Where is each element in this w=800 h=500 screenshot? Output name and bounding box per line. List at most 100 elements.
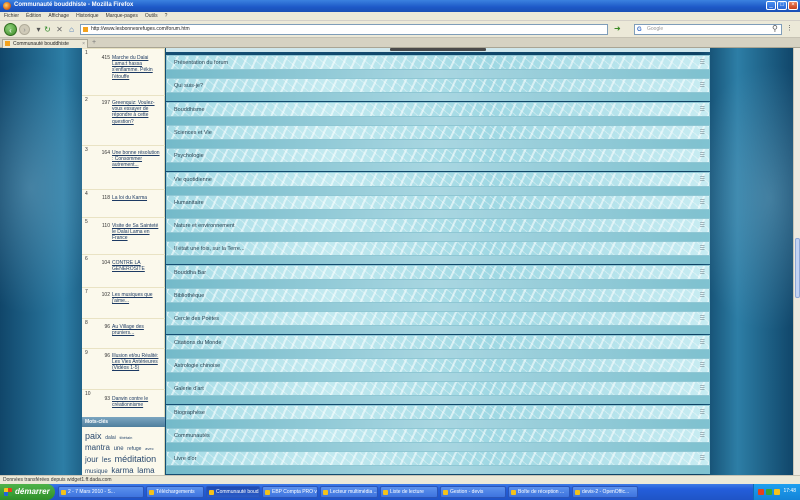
tray-app-icon[interactable] — [758, 489, 764, 495]
forum-category-row[interactable]: Citations du Monde ☰ — [166, 334, 710, 350]
category-title[interactable]: Bouddha Bar — [174, 270, 206, 276]
expand-icon[interactable]: ☰ — [700, 176, 705, 183]
tray-network-icon[interactable] — [766, 489, 772, 495]
category-title[interactable]: Citations du Monde — [174, 340, 221, 346]
expand-icon[interactable]: ☰ — [700, 222, 705, 229]
menu-bookmarks[interactable]: Marque-pages — [106, 13, 138, 19]
forum-category-row[interactable]: Galerie d'art ☰ — [166, 381, 710, 397]
menu-view[interactable]: Affichage — [48, 13, 69, 19]
topic-link[interactable]: Darwin contre le créationnisme — [112, 396, 162, 408]
menu-tools[interactable]: Outils — [145, 13, 158, 19]
forum-category-row[interactable]: Nature et environnement ☰ — [166, 218, 710, 234]
menu-help[interactable]: ? — [165, 13, 168, 19]
expand-icon[interactable]: ☰ — [700, 106, 705, 113]
tag-link[interactable]: mantra — [85, 443, 110, 452]
back-button[interactable]: ‹ — [4, 23, 17, 36]
forum-category-row[interactable]: Astrologie chinoise ☰ — [166, 357, 710, 373]
expand-icon[interactable]: ☰ — [700, 269, 705, 276]
menu-history[interactable]: Historique — [76, 13, 99, 19]
taskbar-task-button[interactable]: Lecteur multimédia ... — [320, 486, 378, 498]
new-tab-icon[interactable]: + — [92, 39, 96, 47]
address-bar[interactable]: http://www.lesbonnesrefuges.com/forum.ht… — [80, 24, 680, 35]
tag-link[interactable]: une — [114, 446, 124, 452]
tab-close-icon[interactable]: × — [82, 40, 85, 48]
expand-icon[interactable]: ☰ — [700, 339, 705, 346]
taskbar-task-button[interactable]: Téléchargements — [146, 486, 204, 498]
taskbar-task-button[interactable]: Liste de lecture — [380, 486, 438, 498]
expand-icon[interactable]: ☰ — [700, 82, 705, 89]
category-title[interactable]: Cercle des Poètes — [174, 316, 219, 322]
home-icon[interactable]: ⌂ — [67, 25, 76, 34]
forum-category-row[interactable]: Vie quotidienne ☰ — [166, 171, 710, 187]
category-title[interactable]: Psychologie — [174, 153, 204, 159]
forum-category-row[interactable]: Qui suis-je? ☰ — [166, 78, 710, 94]
minimize-icon[interactable]: _ — [766, 1, 776, 10]
tag-link[interactable]: méditation — [115, 454, 157, 464]
menu-file[interactable]: Fichier — [4, 13, 19, 19]
tag-link[interactable]: paix — [85, 431, 102, 441]
category-title[interactable]: Bouddhisme — [174, 107, 205, 113]
forum-category-row[interactable]: Sciences et Vie ☰ — [166, 124, 710, 140]
taskbar-task-button[interactable]: Gestion - devis — [440, 486, 506, 498]
category-title[interactable]: Galerie d'art — [174, 386, 204, 392]
category-title[interactable]: Communautés — [174, 433, 210, 439]
tag-link[interactable]: avec — [145, 446, 153, 451]
topic-link[interactable]: Une bonne résolution : Consommer autreme… — [112, 150, 162, 169]
expand-icon[interactable]: ☰ — [700, 292, 705, 299]
tag-link[interactable]: refuge — [127, 446, 141, 452]
topic-link[interactable]: Visite de Sa Sainteté le Dalai Lama en F… — [112, 223, 162, 242]
history-dropdown-icon[interactable]: ▾ — [34, 25, 43, 34]
tag-link[interactable]: les — [102, 457, 111, 464]
forward-button[interactable]: › — [19, 24, 30, 35]
expand-icon[interactable]: ☰ — [700, 409, 705, 416]
category-title[interactable]: Biographèse — [174, 410, 205, 416]
taskbar-task-button[interactable]: Boîte de réception ... — [508, 486, 570, 498]
close-icon[interactable]: × — [788, 1, 798, 10]
tag-link[interactable]: jour — [85, 455, 98, 464]
tag-link[interactable]: lama — [137, 466, 154, 475]
start-button[interactable]: démarrer — [0, 484, 55, 500]
topic-link[interactable]: Illusion et/ou Réalité: Les Vies Antérie… — [112, 353, 162, 372]
taskbar-task-button[interactable]: devis-2 - OpenOffic... — [572, 486, 638, 498]
tag-link[interactable]: dalai — [105, 435, 116, 441]
expand-icon[interactable]: ☰ — [700, 385, 705, 392]
reload-icon[interactable]: ↻ — [43, 25, 52, 34]
expand-icon[interactable]: ☰ — [700, 199, 705, 206]
tag-link[interactable]: karma — [111, 466, 133, 475]
expand-icon[interactable]: ☰ — [700, 152, 705, 159]
stop-icon[interactable]: ✕ — [55, 25, 64, 34]
expand-icon[interactable]: ☰ — [700, 432, 705, 439]
forum-category-row[interactable]: Cercle des Poètes ☰ — [166, 311, 710, 327]
vertical-scrollbar[interactable] — [793, 48, 800, 475]
forum-category-row[interactable]: Psychologie ☰ — [166, 148, 710, 164]
category-title[interactable]: Livre d'or — [174, 456, 196, 462]
taskbar-task-button[interactable]: Communauté boud... — [206, 486, 260, 498]
forum-category-row[interactable]: Il était une fois, sur la Terre... ☰ — [166, 241, 710, 257]
topic-link[interactable]: CONTRE LA GENEROSITE — [112, 260, 162, 272]
category-title[interactable]: Présentation du forum — [174, 60, 228, 66]
search-icon[interactable]: ⚲ — [772, 24, 778, 34]
expand-icon[interactable]: ☰ — [700, 59, 705, 66]
topic-link[interactable]: Les musiques que j'aime... — [112, 292, 162, 304]
expand-icon[interactable]: ☰ — [700, 129, 705, 136]
search-input[interactable]: G Google — [634, 24, 782, 35]
category-title[interactable]: Astrologie chinoise — [174, 363, 220, 369]
forum-category-row[interactable]: Présentation du forum ☰ — [166, 55, 710, 70]
tray-volume-icon[interactable] — [774, 489, 780, 495]
expand-icon[interactable]: ☰ — [700, 245, 705, 252]
category-title[interactable]: Bibliothèque — [174, 293, 204, 299]
category-title[interactable]: Il était une fois, sur la Terre... — [174, 246, 245, 252]
topic-link[interactable]: Greenquiz: Voulez-vous essayer de répond… — [112, 100, 162, 125]
forum-category-row[interactable]: Bouddha Bar ☰ — [166, 264, 710, 280]
topic-link[interactable]: Au Village des pruniers... — [112, 324, 162, 336]
tab-communaute[interactable]: Communauté bouddhiste × — [2, 39, 88, 48]
scrollbar-thumb[interactable] — [795, 238, 800, 298]
category-title[interactable]: Qui suis-je? — [174, 83, 203, 89]
category-title[interactable]: Sciences et Vie — [174, 130, 212, 136]
expand-icon[interactable]: ☰ — [700, 315, 705, 322]
forum-category-row[interactable]: Bouddhisme ☰ — [166, 101, 710, 117]
taskbar-task-button[interactable]: EBP Compta PRO v... — [262, 486, 318, 498]
topic-link[interactable]: La loi du Karma — [112, 195, 162, 201]
topic-link[interactable]: Marche du Dalai Lama:t hassa s'enflamme.… — [112, 55, 162, 80]
category-title[interactable]: Humanitaire — [174, 200, 204, 206]
